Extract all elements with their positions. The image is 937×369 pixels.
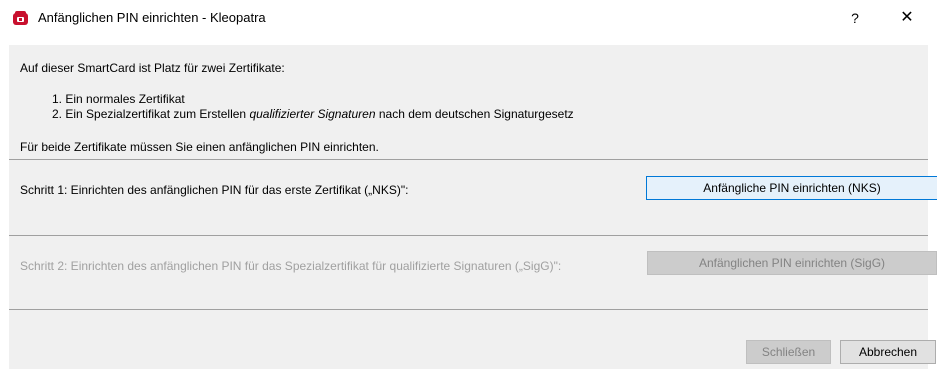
qualified-signatures-emphasis: qualifizierter Signaturen (249, 107, 376, 121)
dialog-content: Auf dieser SmartCard ist Platz für zwei … (9, 45, 937, 369)
separator (9, 235, 928, 236)
step1-label: Schritt 1: Einrichten des anfänglichen P… (20, 183, 409, 197)
setup-nks-pin-button[interactable]: Anfängliche PIN einrichten (NKS) (646, 176, 937, 200)
list-item-2-prefix: 2. Ein Spezialzertifikat zum Erstellen (52, 107, 247, 121)
title-bar: Anfänglichen PIN einrichten - Kleopatra … (0, 0, 937, 36)
list-item-normal-certificate: 1. Ein normales Zertifikat (52, 92, 185, 106)
separator (9, 159, 928, 160)
list-item-2-suffix: nach dem deutschen Signaturgesetz (378, 107, 574, 121)
window-close-button[interactable]: ✕ (887, 5, 927, 31)
kleopatra-app-icon (13, 11, 28, 25)
help-button[interactable]: ? (838, 5, 872, 31)
separator (9, 309, 928, 310)
cancel-button[interactable]: Abbrechen (840, 340, 936, 364)
close-button[interactable]: Schließen (746, 340, 831, 364)
both-certificates-text: Für beide Zertifikate müssen Sie einen a… (20, 140, 379, 154)
list-item-special-certificate: 2. Ein Spezialzertifikat zum Erstellen q… (52, 107, 574, 121)
intro-text: Auf dieser SmartCard ist Platz für zwei … (20, 61, 285, 75)
step2-label: Schritt 2: Einrichten des anfänglichen P… (20, 259, 562, 273)
window-title: Anfänglichen PIN einrichten - Kleopatra (38, 10, 266, 25)
setup-sigg-pin-button[interactable]: Anfänglichen PIN einrichten (SigG) (647, 251, 937, 275)
